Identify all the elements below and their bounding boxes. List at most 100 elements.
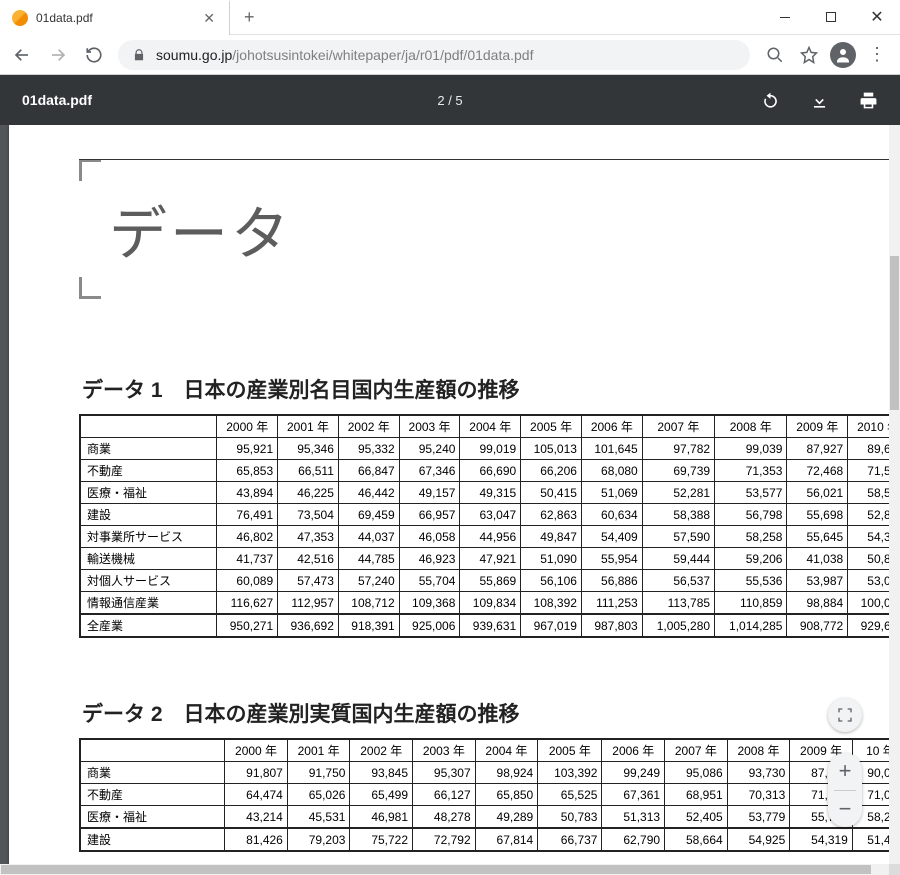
cell-value: 93,730 xyxy=(727,762,790,784)
row-label: 輸送機械 xyxy=(80,548,217,570)
table-row: 不動産64,47465,02665,49966,12765,85065,5256… xyxy=(80,784,889,806)
close-tab-icon[interactable]: ✕ xyxy=(199,10,219,27)
cell-value: 65,853 xyxy=(217,460,278,482)
bookmark-button[interactable] xyxy=(792,39,826,71)
minimize-button[interactable] xyxy=(762,0,808,35)
year-header: 2008 年 xyxy=(727,739,790,762)
cell-value: 79,203 xyxy=(287,828,350,851)
cell-value: 65,499 xyxy=(350,784,413,806)
cell-value: 967,019 xyxy=(521,614,582,637)
cell-value: 108,712 xyxy=(338,592,399,615)
zoom-in-button[interactable]: + xyxy=(828,753,862,790)
section-title: データ 1 日本の産業別名目国内生産額の推移 xyxy=(82,374,889,404)
year-header: 2007 年 xyxy=(665,739,728,762)
cell-value: 108,392 xyxy=(521,592,582,615)
cell-value: 939,631 xyxy=(460,614,521,637)
data-table: 2000 年2001 年2002 年2003 年2004 年2005 年2006… xyxy=(79,738,889,852)
table-row: 対個人サービス60,08957,47357,24055,70455,86956,… xyxy=(80,570,889,592)
cell-value: 53,779 xyxy=(727,806,790,829)
cell-value: 111,253 xyxy=(581,592,642,615)
cell-value: 70,313 xyxy=(727,784,790,806)
browser-tab[interactable]: 01data.pdf ✕ xyxy=(0,0,230,35)
close-window-button[interactable]: ✕ xyxy=(854,0,900,35)
cell-value: 55,869 xyxy=(460,570,521,592)
document-header: データ xyxy=(79,159,889,299)
cell-value: 103,392 xyxy=(538,762,602,784)
rotate-button[interactable] xyxy=(761,91,780,110)
cell-value: 54,409 xyxy=(581,526,642,548)
browser-menu-button[interactable]: ⋮ xyxy=(860,39,894,71)
reload-button[interactable] xyxy=(78,39,110,71)
cell-value: 56,886 xyxy=(581,570,642,592)
cell-value: 55,536 xyxy=(715,570,787,592)
maximize-button[interactable] xyxy=(808,0,854,35)
cell-value: 95,921 xyxy=(217,438,278,460)
cell-value: 56,798 xyxy=(715,504,787,526)
table-row: 医療・福祉43,21445,53146,98148,27849,28950,78… xyxy=(80,806,889,829)
address-bar[interactable]: soumu.go.jp/johotsusintokei/whitepaper/j… xyxy=(118,40,750,70)
cell-value: 71,353 xyxy=(715,460,787,482)
cell-value: 936,692 xyxy=(278,614,339,637)
zoom-indicator-icon[interactable] xyxy=(758,39,792,71)
cell-value: 116,627 xyxy=(217,592,278,615)
scrollthumb-vertical[interactable] xyxy=(890,256,899,410)
cell-value: 55,954 xyxy=(581,548,642,570)
cell-value: 98,884 xyxy=(787,592,848,615)
year-header: 2009 年 xyxy=(787,415,848,438)
cell-value: 95,307 xyxy=(413,762,476,784)
cell-value: 60,634 xyxy=(581,504,642,526)
cell-value: 65,850 xyxy=(475,784,538,806)
nav-back-button[interactable] xyxy=(6,39,38,71)
print-button[interactable] xyxy=(859,91,878,110)
row-label: 対事業所サービス xyxy=(80,526,217,548)
cell-value: 43,894 xyxy=(217,482,278,504)
cell-value: 75,722 xyxy=(350,828,413,851)
cell-value: 66,957 xyxy=(399,504,460,526)
year-header: 2006 年 xyxy=(602,739,665,762)
cell-value: 62,790 xyxy=(602,828,665,851)
cell-value: 58,258 xyxy=(715,526,787,548)
url-text: soumu.go.jp/johotsusintokei/whitepaper/j… xyxy=(156,47,534,63)
cell-value: 50,415 xyxy=(521,482,582,504)
fit-to-page-button[interactable] xyxy=(828,698,862,732)
cell-value: 66,690 xyxy=(460,460,521,482)
cell-value: 68,951 xyxy=(665,784,728,806)
nav-forward-button[interactable] xyxy=(42,39,74,71)
cell-value: 66,206 xyxy=(521,460,582,482)
cell-value: 69,459 xyxy=(338,504,399,526)
cell-value: 56,537 xyxy=(642,570,714,592)
scrollthumb-horizontal[interactable] xyxy=(1,865,871,874)
download-button[interactable] xyxy=(810,91,829,110)
cell-value: 65,525 xyxy=(538,784,602,806)
zoom-out-button[interactable]: − xyxy=(828,791,862,828)
cell-value: 43,214 xyxy=(225,806,288,829)
year-header: 2001 年 xyxy=(287,739,350,762)
new-tab-button[interactable]: + xyxy=(230,7,269,28)
table-row: 不動産65,85366,51166,84767,34666,69066,2066… xyxy=(80,460,889,482)
cell-value: 101,645 xyxy=(581,438,642,460)
scrollbar-vertical[interactable] xyxy=(889,125,900,875)
zoom-controls: + − xyxy=(828,753,862,827)
cell-value: 46,923 xyxy=(399,548,460,570)
cell-value: 49,157 xyxy=(399,482,460,504)
cell-value: 91,750 xyxy=(287,762,350,784)
cell-value: 58,388 xyxy=(642,504,714,526)
cell-value: 97,782 xyxy=(642,438,714,460)
profile-avatar[interactable] xyxy=(826,39,860,71)
cell-value: 68,080 xyxy=(581,460,642,482)
cell-value: 62,863 xyxy=(521,504,582,526)
pdf-viewport[interactable]: データ データ 1 日本の産業別名目国内生産額の推移 2000 年2001 年20… xyxy=(0,125,900,875)
page-indicator[interactable]: 2 / 5 xyxy=(437,93,462,108)
cell-value: 54,925 xyxy=(727,828,790,851)
pdf-page: データ データ 1 日本の産業別名目国内生産額の推移 2000 年2001 年20… xyxy=(9,125,889,875)
year-header: 2007 年 xyxy=(642,415,714,438)
cell-value: 55,698 xyxy=(787,504,848,526)
cell-value: 57,240 xyxy=(338,570,399,592)
cell-value: 98,924 xyxy=(475,762,538,784)
table-row: 全産業950,271936,692918,391925,006939,63196… xyxy=(80,614,889,637)
table-row: 情報通信産業116,627112,957108,712109,368109,83… xyxy=(80,592,889,615)
cell-value: 57,590 xyxy=(642,526,714,548)
cell-value: 67,361 xyxy=(602,784,665,806)
cell-value: 56,021 xyxy=(787,482,848,504)
cell-value: 93,845 xyxy=(350,762,413,784)
